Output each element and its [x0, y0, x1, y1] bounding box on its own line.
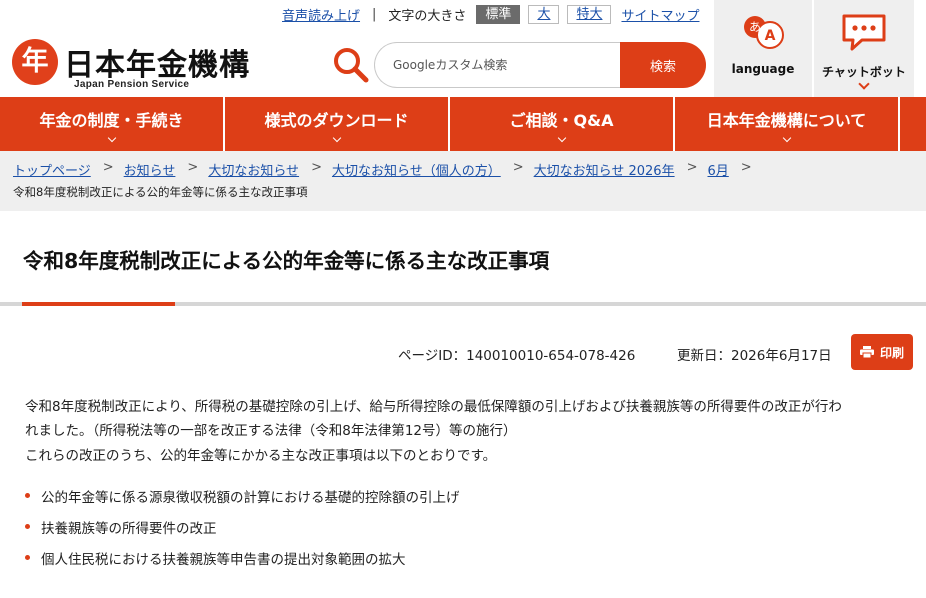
breadcrumb-link-news[interactable]: お知らせ — [124, 160, 176, 179]
language-button[interactable]: あ A language — [714, 0, 812, 97]
gnav-item-label: 年金の制度・手続き — [39, 111, 184, 130]
logo-name: 日本年金機構 — [64, 48, 250, 83]
text-size-xlarge-button[interactable]: 特大 — [567, 4, 612, 24]
gnav-item-pension-system[interactable]: 年金の制度・手続き — [0, 97, 225, 151]
read-aloud-link[interactable]: 音声読み上げ — [282, 5, 360, 24]
list-item-text: 扶養親族等の所得要件の改正 — [41, 521, 217, 537]
chatbot-button[interactable]: チャットボット — [814, 0, 914, 97]
breadcrumb-separator: > — [740, 160, 752, 175]
title-accent-bar — [22, 302, 175, 306]
page-id: ページID：140010010-654-078-426 — [398, 348, 636, 364]
breadcrumb: トップページ > お知らせ > 大切なお知らせ > 大切なお知らせ（個人の方） … — [0, 151, 926, 211]
list-item-text: 個人住民税における扶養親族等申告書の提出対象範囲の拡大 — [41, 552, 406, 568]
page-title: 令和8年度税制改正による公的年金等に係る主な改正事項 — [23, 249, 550, 273]
gnav-item-label: 日本年金機構について — [706, 111, 867, 130]
list-item: 個人住民税における扶養親族等申告書の提出対象範囲の拡大 — [25, 548, 460, 579]
chevron-down-icon — [332, 133, 341, 143]
svg-text:A: A — [765, 28, 776, 44]
breadcrumb-separator: > — [102, 160, 114, 175]
utility-separator: | — [372, 6, 377, 22]
body-paragraph-line: これらの改正のうち、公的年金等にかかる主な改正事項は以下のとおりです。 — [25, 448, 497, 464]
chatbot-icon — [842, 14, 886, 51]
breadcrumb-link-important-individual[interactable]: 大切なお知らせ（個人の方） — [332, 160, 501, 179]
breadcrumb-separator: > — [512, 160, 524, 175]
bullet-dot-icon — [25, 493, 30, 498]
svg-text:あ: あ — [749, 20, 761, 34]
list-item-text: 公的年金等に係る源泉徴収税額の計算における基礎的控除額の引上げ — [41, 490, 460, 506]
search-button[interactable]: 検索 — [620, 42, 706, 88]
logo-mark-icon: 年 — [12, 39, 58, 85]
utility-nav: 音声読み上げ | 文字の大きさ 標準 大 特大 サイトマップ — [282, 4, 699, 24]
text-size-standard-button[interactable]: 標準 — [476, 4, 521, 24]
chevron-down-icon — [782, 133, 791, 143]
breadcrumb-link-important-2026[interactable]: 大切なお知らせ 2026年 — [534, 160, 675, 179]
bullet-dot-icon — [25, 524, 30, 529]
language-icon: あ A — [744, 16, 784, 49]
list-item: 扶養親族等の所得要件の改正 — [25, 517, 460, 548]
chevron-down-icon — [557, 133, 566, 143]
breadcrumb-links: トップページ > お知らせ > 大切なお知らせ > 大切なお知らせ（個人の方） … — [13, 160, 762, 179]
gnav-item-about[interactable]: 日本年金機構について — [675, 97, 900, 151]
site-logo[interactable]: 年 日本年金機構 Japan Pension Service — [12, 36, 262, 94]
gnav-item-label: 様式のダウンロード — [264, 111, 409, 130]
sitemap-link[interactable]: サイトマップ — [621, 5, 699, 24]
breadcrumb-link-top[interactable]: トップページ — [13, 160, 91, 179]
search-input[interactable] — [374, 42, 634, 88]
global-nav: 年金の制度・手続き 様式のダウンロード ご相談・Q&A 日本年金機構について — [0, 97, 926, 151]
list-item: 公的年金等に係る源泉徴収税額の計算における基礎的控除額の引上げ — [25, 486, 460, 517]
bullet-dot-icon — [25, 555, 30, 560]
site-search: 検索 — [330, 42, 706, 88]
chevron-down-icon — [107, 133, 116, 143]
updated-date: 更新日：2026年6月17日 — [677, 348, 832, 364]
language-label: language — [731, 62, 795, 76]
print-button[interactable]: 印刷 — [851, 334, 913, 370]
body-paragraph-line: れました。（所得税法等の一部を改正する法律（令和8年法律第12号）等の施行） — [25, 423, 517, 439]
breadcrumb-separator: > — [311, 160, 322, 175]
search-icon — [334, 48, 369, 83]
gnav-item-label: ご相談・Q&A — [509, 111, 614, 130]
gnav-item-consultation-qa[interactable]: ご相談・Q&A — [450, 97, 675, 151]
body-paragraph-line: 令和8年度税制改正により、所得税の基礎控除の引上げ、給与所得控除の最低保障額の引… — [25, 399, 842, 415]
breadcrumb-link-june[interactable]: 6月 — [708, 160, 729, 179]
breadcrumb-current: 令和8年度税制改正による公的年金等に係る主な改正事項 — [13, 185, 308, 199]
logo-subtitle: Japan Pension Service — [74, 79, 190, 90]
change-list: 公的年金等に係る源泉徴収税額の計算における基礎的控除額の引上げ 扶養親族等の所得… — [25, 486, 460, 579]
print-icon — [859, 346, 874, 358]
gnav-filler — [900, 97, 926, 151]
gnav-item-forms-download[interactable]: 様式のダウンロード — [225, 97, 450, 151]
print-label: 印刷 — [879, 345, 904, 360]
breadcrumb-separator: > — [686, 160, 698, 175]
site-header: 年 日本年金機構 Japan Pension Service 音声読み上げ | … — [0, 0, 926, 97]
text-size-large-button[interactable]: 大 — [528, 4, 560, 24]
text-size-label: 文字の大きさ — [388, 8, 467, 24]
chevron-down-icon — [858, 78, 870, 90]
breadcrumb-separator: > — [187, 160, 199, 175]
breadcrumb-link-important[interactable]: 大切なお知らせ — [208, 160, 299, 179]
